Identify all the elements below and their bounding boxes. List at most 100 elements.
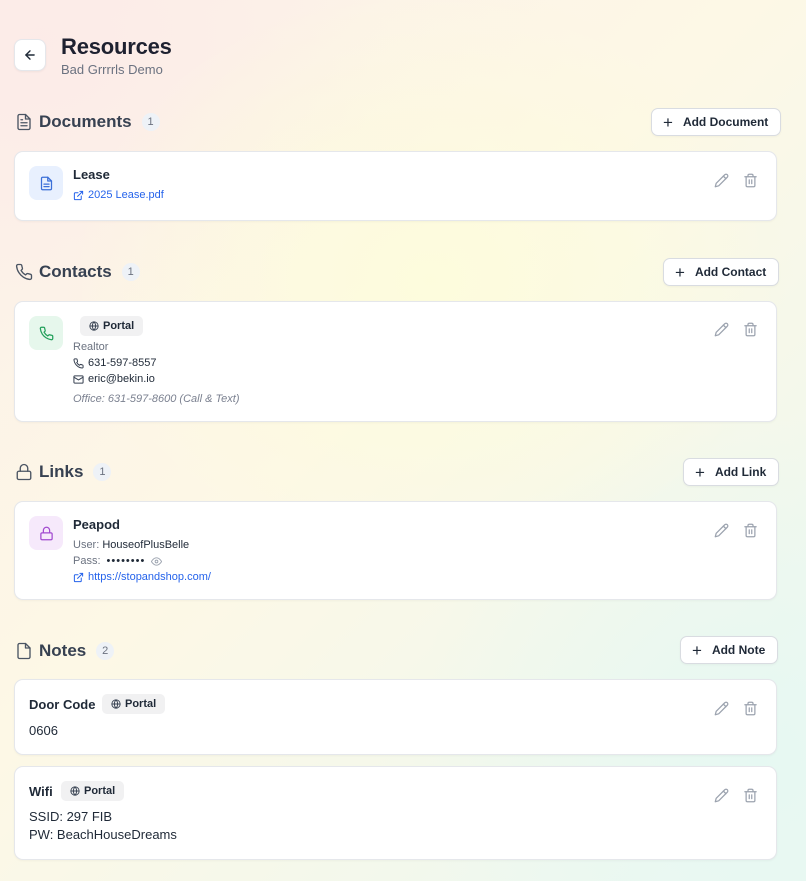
links-title: Links (39, 462, 84, 481)
add-note-label: Add Note (711, 643, 766, 657)
file-text-icon (39, 176, 54, 191)
delete-note-button[interactable] (742, 700, 758, 716)
add-link-label: Add Link (714, 465, 767, 479)
arrow-left-icon (23, 48, 37, 62)
add-link-button[interactable]: + Add Link (683, 458, 780, 486)
portal-badge: Portal (80, 316, 144, 336)
page-title: Resources (61, 34, 172, 59)
contact-email-text: eric@bekin.io (88, 373, 155, 385)
contact-phone[interactable]: 631-597-8557 (73, 357, 157, 369)
note-card: Wifi Portal SSID: 297 FIB PW: BeachHouse… (14, 766, 777, 860)
contacts-title: Contacts (39, 262, 112, 281)
document-actions (713, 172, 758, 188)
pencil-icon (714, 523, 728, 537)
delete-note-button[interactable] (742, 787, 758, 803)
document-title: Lease (73, 167, 110, 182)
globe-icon (111, 699, 121, 709)
portal-badge: Portal (102, 694, 166, 714)
notes-section-header: Notes 2 (15, 639, 115, 663)
link-actions (713, 522, 758, 538)
link-card: Peapod User: HouseofPlusBelle Pass: ••••… (14, 501, 777, 600)
pencil-icon (714, 788, 728, 802)
globe-icon (70, 786, 80, 796)
contact-note: Office: 631-597-8600 (Call & Text) (73, 393, 240, 405)
contact-phone-text: 631-597-8557 (88, 357, 157, 369)
edit-contact-button[interactable] (713, 321, 729, 337)
external-link-icon (73, 190, 84, 201)
portal-badge: Portal (61, 781, 125, 801)
lock-icon (39, 526, 54, 541)
note-actions (713, 700, 758, 716)
delete-contact-button[interactable] (742, 321, 758, 337)
notes-count-badge: 2 (96, 642, 115, 660)
link-url-text: https://stopandshop.com/ (88, 571, 211, 583)
page-subtitle: Bad Grrrrls Demo (61, 62, 163, 77)
add-note-button[interactable]: + Add Note (680, 636, 779, 664)
edit-note-button[interactable] (713, 700, 729, 716)
note-card: Door Code Portal 0606 (14, 679, 777, 755)
link-user-label: User: (73, 539, 100, 551)
note-body-line: SSID: 297 FIB (29, 809, 113, 824)
add-contact-label: Add Contact (694, 265, 767, 279)
note-body-line: PW: BeachHouseDreams (29, 827, 177, 842)
phone-icon (15, 263, 33, 281)
contacts-count-badge: 1 (121, 263, 140, 281)
link-password: •••••••• (106, 555, 146, 567)
file-text-icon (15, 113, 33, 131)
trash-icon (743, 701, 757, 715)
link-user-row: User: HouseofPlusBelle (73, 539, 189, 551)
documents-title: Documents (39, 112, 132, 131)
notes-title: Notes (39, 641, 87, 660)
links-section-header: Links 1 (15, 460, 112, 484)
note-body-line: 0606 (29, 723, 58, 738)
phone-icon (39, 326, 54, 341)
document-tile (29, 166, 63, 200)
edit-document-button[interactable] (713, 172, 729, 188)
note-title: Door Code (29, 697, 96, 712)
eye-icon[interactable] (151, 556, 163, 567)
file-icon (15, 642, 33, 660)
portal-badge-label: Portal (84, 785, 116, 797)
document-card: Lease 2025 Lease.pdf (14, 151, 777, 221)
contact-tile (29, 316, 63, 350)
edit-note-button[interactable] (713, 787, 729, 803)
link-username: HouseofPlusBelle (102, 539, 190, 551)
documents-count-badge: 1 (141, 113, 160, 131)
pencil-icon (714, 322, 728, 336)
document-file-name: 2025 Lease.pdf (88, 189, 164, 201)
link-title: Peapod (73, 517, 120, 532)
trash-icon (743, 523, 757, 537)
trash-icon (743, 322, 757, 336)
external-link-icon (73, 572, 84, 583)
mail-icon (73, 374, 84, 385)
add-document-label: Add Document (682, 115, 769, 129)
portal-badge-label: Portal (125, 698, 157, 710)
note-actions (713, 787, 758, 803)
contact-actions (713, 321, 758, 337)
link-url[interactable]: https://stopandshop.com/ (73, 571, 211, 583)
pencil-icon (714, 701, 728, 715)
add-document-button[interactable]: + Add Document (651, 108, 782, 136)
documents-section-header: Documents 1 (15, 110, 160, 134)
back-button[interactable] (14, 39, 46, 71)
lock-icon (15, 463, 33, 481)
document-file-link[interactable]: 2025 Lease.pdf (73, 189, 164, 201)
globe-icon (89, 321, 99, 331)
contacts-section-header: Contacts 1 (15, 260, 140, 284)
add-contact-button[interactable]: + Add Contact (663, 258, 780, 286)
link-tile (29, 516, 63, 550)
trash-icon (743, 173, 757, 187)
edit-link-button[interactable] (713, 522, 729, 538)
delete-document-button[interactable] (742, 172, 758, 188)
contact-card: Portal Realtor 631-597-8557 eric@bekin.i… (14, 301, 777, 422)
note-title: Wifi (29, 784, 53, 799)
link-pass-row: Pass: •••••••• (73, 555, 163, 567)
pencil-icon (714, 173, 728, 187)
plus-icon: + (675, 262, 685, 282)
delete-link-button[interactable] (742, 522, 758, 538)
contact-role: Realtor (73, 341, 109, 353)
contact-email[interactable]: eric@bekin.io (73, 373, 155, 385)
phone-icon (73, 357, 84, 369)
trash-icon (743, 788, 757, 802)
plus-icon: + (692, 640, 702, 660)
